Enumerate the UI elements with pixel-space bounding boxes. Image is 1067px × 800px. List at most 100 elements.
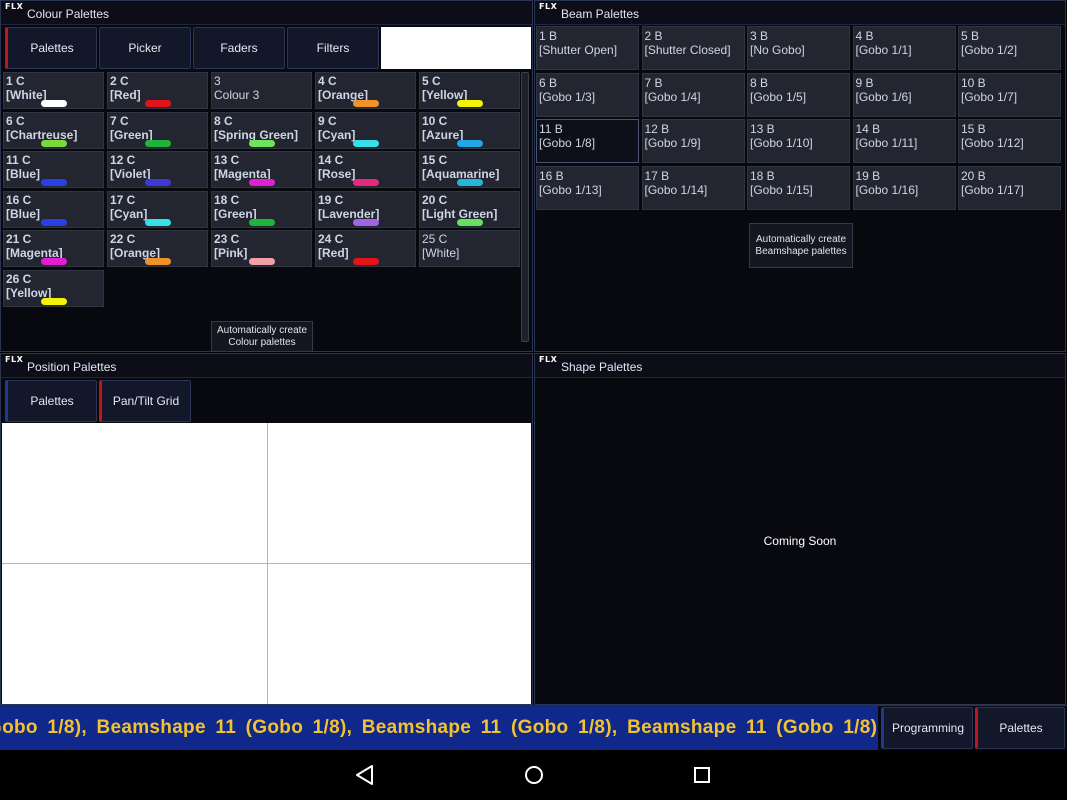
tab-palettes[interactable]: Palettes: [5, 27, 97, 69]
palette-label: [Shutter Closed]: [644, 43, 731, 57]
colour-palette-cell[interactable]: 7 C [Green]: [107, 111, 208, 149]
position-palettes-title: Position Palettes: [27, 360, 117, 374]
colour-palette-cell[interactable]: 3 Colour 3: [211, 72, 312, 109]
colour-preview-box: [381, 27, 531, 69]
beam-palettes-titlebar: FLX Beam Palettes: [535, 1, 1065, 25]
palette-number: 18 C: [214, 192, 240, 207]
tab-pan-tilt-grid[interactable]: Pan/Tilt Grid: [99, 380, 191, 422]
colour-palette-cell[interactable]: 6 C [Chartreuse]: [3, 111, 104, 149]
tab-faders[interactable]: Faders: [193, 27, 285, 69]
palette-label: [Gobo 1/2]: [961, 43, 1018, 57]
colour-palette-cell[interactable]: 4 C [Orange]: [315, 72, 416, 109]
beam-palette-cell[interactable]: 16 B [Gobo 1/13]: [536, 165, 639, 210]
colour-palette-cell[interactable]: 1 C [White]: [3, 72, 104, 109]
flx-logo: FLX: [5, 355, 24, 364]
palette-label: [Gobo 1/8]: [539, 136, 596, 150]
palette-number: 16 B: [539, 168, 564, 183]
beam-palette-cell[interactable]: 6 B [Gobo 1/3]: [536, 72, 639, 117]
colour-grid-scrollbar[interactable]: [521, 72, 529, 342]
beam-palette-cell[interactable]: 2 B [Shutter Closed]: [641, 26, 745, 70]
tab-palettes[interactable]: Palettes: [5, 380, 97, 422]
colour-palette-cell[interactable]: 15 C [Aquamarine]: [419, 151, 520, 188]
colour-palette-cell[interactable]: 5 C [Yellow]: [419, 72, 520, 109]
colour-swatch: [41, 139, 67, 147]
palette-number: 7 C: [110, 113, 129, 128]
colour-swatch: [457, 100, 483, 107]
palette-number: 8 C: [214, 113, 233, 128]
palette-number: 2 C: [110, 74, 129, 88]
colour-palette-cell[interactable]: 24 C [Red]: [315, 230, 416, 267]
tab-bottom-palettes[interactable]: Palettes: [975, 707, 1065, 749]
tab-picker[interactable]: Picker: [99, 27, 191, 69]
tab-filters[interactable]: Filters: [287, 27, 379, 69]
colour-palette-cell[interactable]: 26 C [Yellow]: [3, 269, 104, 307]
palette-number: 3 B: [750, 29, 769, 43]
flx-logo: FLX: [539, 355, 558, 364]
beam-palette-cell[interactable]: 8 B [Gobo 1/5]: [747, 72, 850, 117]
palette-label: [Gobo 1/4]: [644, 89, 701, 104]
palette-number: 4 B: [855, 29, 874, 43]
colour-palette-cell[interactable]: 16 C [Blue]: [3, 190, 104, 228]
colour-swatch: [41, 179, 67, 186]
colour-palette-cell[interactable]: 25 C [White]: [419, 230, 520, 267]
beam-palette-cell[interactable]: 4 B [Gobo 1/1]: [852, 26, 956, 70]
beam-palette-cell[interactable]: 3 B [No Gobo]: [747, 26, 850, 70]
colour-palette-cell[interactable]: 23 C [Pink]: [211, 230, 312, 267]
back-icon[interactable]: [352, 762, 378, 788]
colour-swatch: [41, 258, 67, 265]
colour-palette-cell[interactable]: 20 C [Light Green]: [419, 190, 520, 228]
colour-palette-cell[interactable]: 8 C [Spring Green]: [211, 111, 312, 149]
colour-palette-cell[interactable]: 18 C [Green]: [211, 190, 312, 228]
beam-palette-cell[interactable]: 15 B [Gobo 1/12]: [958, 119, 1061, 163]
colour-palette-grid: 1 C [White] 2 C [Red] 3 Colour 34 C [Orange] 5 …: [3, 72, 520, 307]
colour-palette-cell[interactable]: 14 C [Rose]: [315, 151, 416, 188]
beam-palette-cell[interactable]: 13 B [Gobo 1/10]: [747, 119, 850, 163]
colour-palettes-title: Colour Palettes: [27, 7, 110, 21]
colour-swatch: [249, 179, 275, 186]
auto-create-beamshape-button[interactable]: Automatically create Beamshape palettes: [749, 223, 853, 268]
beam-palette-cell[interactable]: 17 B [Gobo 1/14]: [641, 165, 745, 210]
colour-palette-cell[interactable]: 2 C [Red]: [107, 72, 208, 109]
colour-swatch: [41, 100, 67, 107]
recents-icon[interactable]: [689, 762, 715, 788]
tab-programming[interactable]: Programming: [881, 707, 973, 749]
palette-label: [Gobo 1/3]: [539, 89, 596, 104]
beam-palette-cell[interactable]: 11 B [Gobo 1/8]: [536, 119, 639, 163]
colour-palette-cell[interactable]: 13 C [Magenta]: [211, 151, 312, 188]
colour-swatch: [353, 258, 379, 265]
colour-palette-cell[interactable]: 17 C [Cyan]: [107, 190, 208, 228]
colour-palette-cell[interactable]: 19 C [Lavender]: [315, 190, 416, 228]
palette-label: [Gobo 1/16]: [855, 182, 919, 197]
palette-number: 11 B: [539, 122, 563, 136]
colour-swatch: [353, 218, 379, 226]
beam-palette-cell[interactable]: 5 B [Gobo 1/2]: [958, 26, 1061, 70]
colour-palette-cell[interactable]: 21 C [Magenta]: [3, 230, 104, 267]
beam-palette-cell[interactable]: 14 B [Gobo 1/11]: [852, 119, 956, 163]
beam-palette-cell[interactable]: 9 B [Gobo 1/6]: [852, 72, 956, 117]
beam-palette-cell[interactable]: 7 B [Gobo 1/4]: [641, 72, 745, 117]
colour-swatch: [353, 179, 379, 186]
beam-palette-cell[interactable]: 18 B [Gobo 1/15]: [747, 165, 850, 210]
beam-palette-cell[interactable]: 20 B [Gobo 1/17]: [958, 165, 1061, 210]
home-icon[interactable]: [521, 762, 547, 788]
beam-palette-cell[interactable]: 10 B [Gobo 1/7]: [958, 72, 1061, 117]
beam-palette-cell[interactable]: 1 B [Shutter Open]: [536, 26, 639, 70]
flx-logo: FLX: [5, 2, 24, 11]
palette-label: [Gobo 1/11]: [855, 136, 918, 150]
palette-number: 20 C: [422, 192, 448, 207]
beam-palette-cell[interactable]: 12 B [Gobo 1/9]: [641, 119, 745, 163]
palette-label: [Gobo 1/7]: [961, 89, 1018, 104]
colour-swatch: [249, 139, 275, 147]
beam-palette-cell[interactable]: 19 B [Gobo 1/16]: [852, 165, 956, 210]
colour-palette-cell[interactable]: 10 C [Azure]: [419, 111, 520, 149]
colour-palette-cell[interactable]: 22 C [Orange]: [107, 230, 208, 267]
palette-number: 8 B: [750, 75, 769, 90]
auto-create-colour-button[interactable]: Automatically create Colour palettes: [211, 321, 313, 352]
colour-palette-cell[interactable]: 11 C [Blue]: [3, 151, 104, 188]
colour-swatch: [145, 218, 171, 226]
colour-palette-cell[interactable]: 9 C [Cyan]: [315, 111, 416, 149]
palette-number: 17 C: [110, 192, 136, 207]
pan-tilt-grid[interactable]: [2, 423, 531, 704]
colour-palette-cell[interactable]: 12 C [Violet]: [107, 151, 208, 188]
palette-label: [Gobo 1/12]: [961, 136, 1024, 150]
